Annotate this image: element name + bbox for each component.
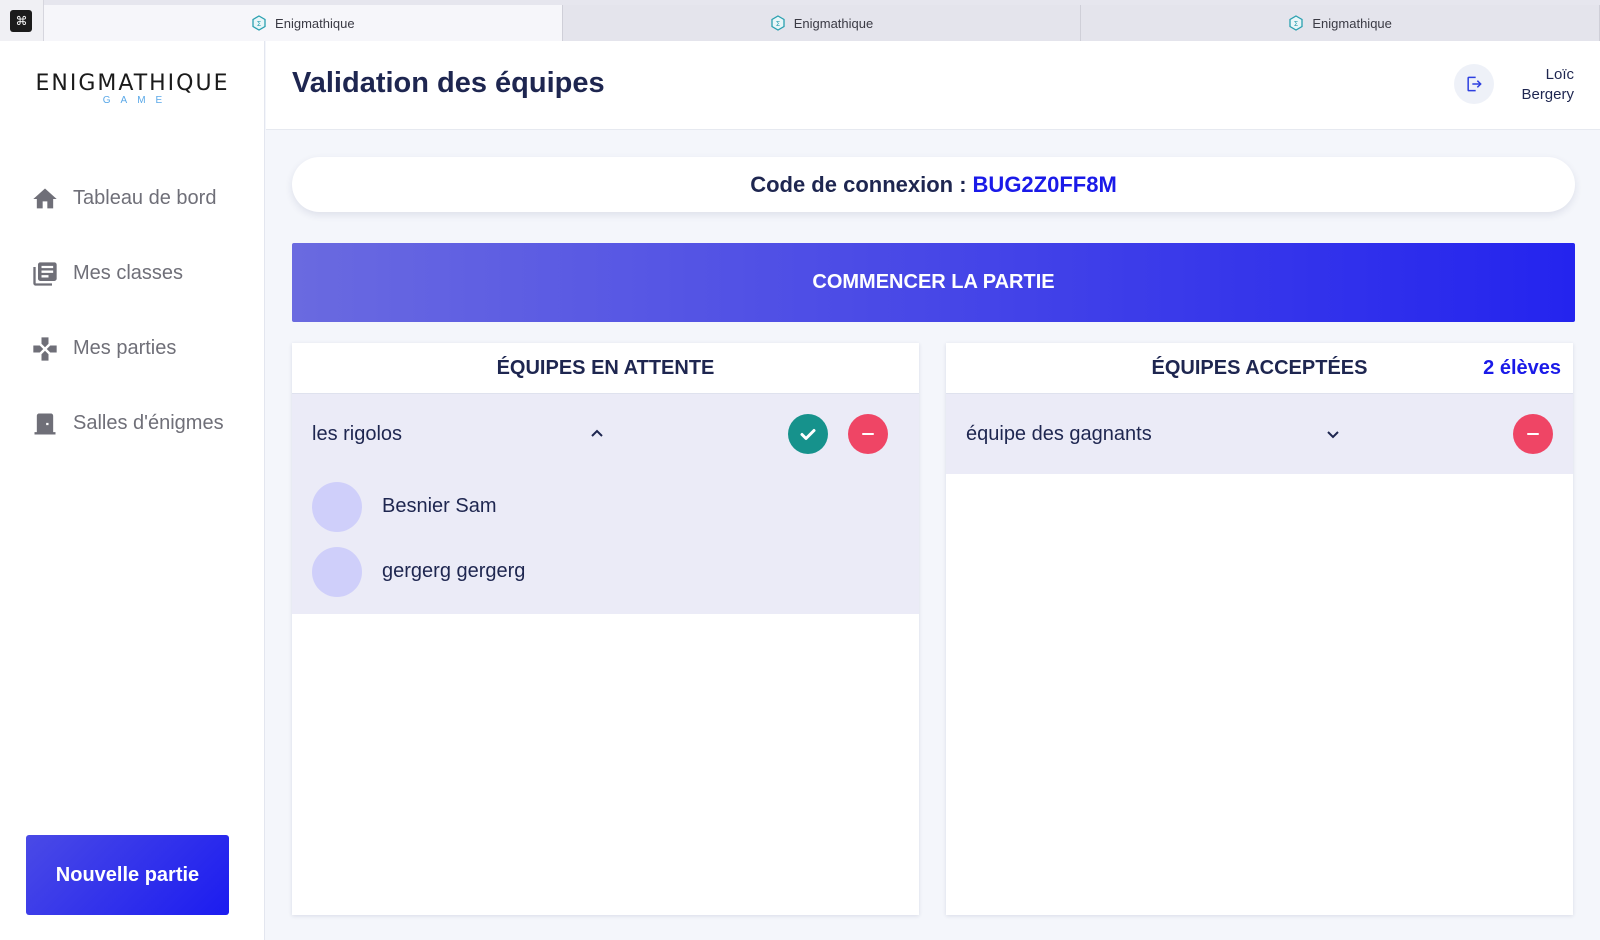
user-name: Loïc Bergery xyxy=(1521,65,1574,105)
svg-text:Σ: Σ xyxy=(776,20,780,28)
start-game-button[interactable]: COMMENCER LA PARTIE xyxy=(292,243,1575,322)
door-icon xyxy=(34,413,56,434)
sidebar-item-rooms[interactable]: Salles d'énigmes xyxy=(0,386,265,461)
remove-team-button[interactable] xyxy=(1513,414,1553,454)
pending-teams-panel: ÉQUIPES EN ATTENTE les rigolos Besnier S… xyxy=(292,343,919,915)
browser-tab[interactable]: Σ Enigmathique xyxy=(1081,5,1600,41)
chevron-up-icon[interactable] xyxy=(589,426,605,442)
remove-team-button[interactable] xyxy=(848,414,888,454)
sidebar-item-label: Mes parties xyxy=(73,337,177,359)
team-member: gergerg gergerg xyxy=(292,539,919,614)
sidebar: ENIGMATHIQUE GAME Tableau de bord Mes cl… xyxy=(0,41,265,940)
pending-team-card: les rigolos Besnier Sam gergerg gergerg xyxy=(292,394,919,614)
avatar xyxy=(312,481,362,532)
page-title: Validation des équipes xyxy=(292,67,605,99)
team-name: équipe des gagnants xyxy=(966,422,1152,445)
pending-teams-title: ÉQUIPES EN ATTENTE xyxy=(496,356,715,379)
sidebar-item-label: Tableau de bord xyxy=(73,187,217,209)
enigmathique-favicon-icon: Σ xyxy=(771,15,785,31)
sidebar-item-games[interactable]: Mes parties xyxy=(0,311,265,386)
logout-icon xyxy=(1467,76,1482,92)
enigmathique-favicon-icon: Σ xyxy=(1289,15,1304,31)
accept-team-button[interactable] xyxy=(788,414,828,454)
member-name: Besnier Sam xyxy=(382,495,497,517)
accepted-teams-title: ÉQUIPES ACCEPTÉES xyxy=(1151,356,1368,379)
sidebar-item-label: Salles d'énigmes xyxy=(73,412,224,434)
connection-code-card: Code de connexion : BUG2Z0FF8M xyxy=(292,157,1575,212)
minus-icon xyxy=(1527,433,1539,435)
enigmathique-favicon-icon: Σ xyxy=(252,15,266,31)
logo-wordmark: ENIGMATHIQUE xyxy=(35,71,230,96)
avatar xyxy=(312,546,362,597)
team-row[interactable]: les rigolos xyxy=(292,394,919,474)
minus-icon xyxy=(862,433,874,435)
team-row[interactable]: équipe des gagnants xyxy=(946,394,1573,474)
student-count: 2 élèves xyxy=(1483,357,1561,379)
team-name: les rigolos xyxy=(312,422,403,445)
sidebar-item-dashboard[interactable]: Tableau de bord xyxy=(0,161,265,236)
browser-tab-title: Enigmathique xyxy=(793,15,874,31)
sidebar-item-classes[interactable]: Mes classes xyxy=(0,236,265,311)
accepted-team-card: équipe des gagnants xyxy=(946,394,1573,474)
browser-tab-title: Enigmathique xyxy=(275,15,355,31)
sidebar-nav: Tableau de bord Mes classes Mes parties … xyxy=(0,161,265,461)
logo[interactable]: ENIGMATHIQUE GAME xyxy=(0,71,265,106)
svg-text:Σ: Σ xyxy=(1294,20,1298,28)
page-header: Validation des équipes Loïc Bergery xyxy=(266,41,1600,130)
chevron-down-icon[interactable] xyxy=(1325,426,1341,442)
logo-subtitle: GAME xyxy=(102,95,173,106)
pending-teams-header: ÉQUIPES EN ATTENTE xyxy=(292,343,919,394)
accepted-teams-panel: ÉQUIPES ACCEPTÉES 2 élèves équipe des ga… xyxy=(946,343,1573,915)
new-game-button[interactable]: Nouvelle partie xyxy=(26,835,229,915)
member-name: gergerg gergerg xyxy=(382,560,526,582)
browser-tab[interactable]: Σ Enigmathique xyxy=(562,5,1082,41)
library-icon xyxy=(33,261,57,286)
accepted-teams-header: ÉQUIPES ACCEPTÉES 2 élèves xyxy=(946,343,1573,394)
check-icon xyxy=(800,429,816,440)
user-last-name: Bergery xyxy=(1521,86,1574,103)
svg-text:Σ: Σ xyxy=(257,20,261,28)
connection-code-label: Code de connexion : xyxy=(750,171,967,197)
browser-tab[interactable]: Σ Enigmathique xyxy=(43,5,563,41)
sidebar-item-label: Mes classes xyxy=(73,262,184,284)
team-member: Besnier Sam xyxy=(292,474,919,539)
home-icon xyxy=(33,188,57,208)
app-switcher-icon[interactable]: ⌘ xyxy=(0,0,44,41)
connection-code-value: BUG2Z0FF8M xyxy=(972,171,1117,197)
browser-tab-strip: ⌘ Σ Enigmathique Σ Enigmathique Σ Enigma… xyxy=(0,0,1600,41)
user-first-name: Loïc xyxy=(1545,66,1574,83)
gamepad-icon xyxy=(33,336,57,361)
logout-button[interactable] xyxy=(1454,64,1494,104)
browser-tab-title: Enigmathique xyxy=(1312,15,1392,31)
